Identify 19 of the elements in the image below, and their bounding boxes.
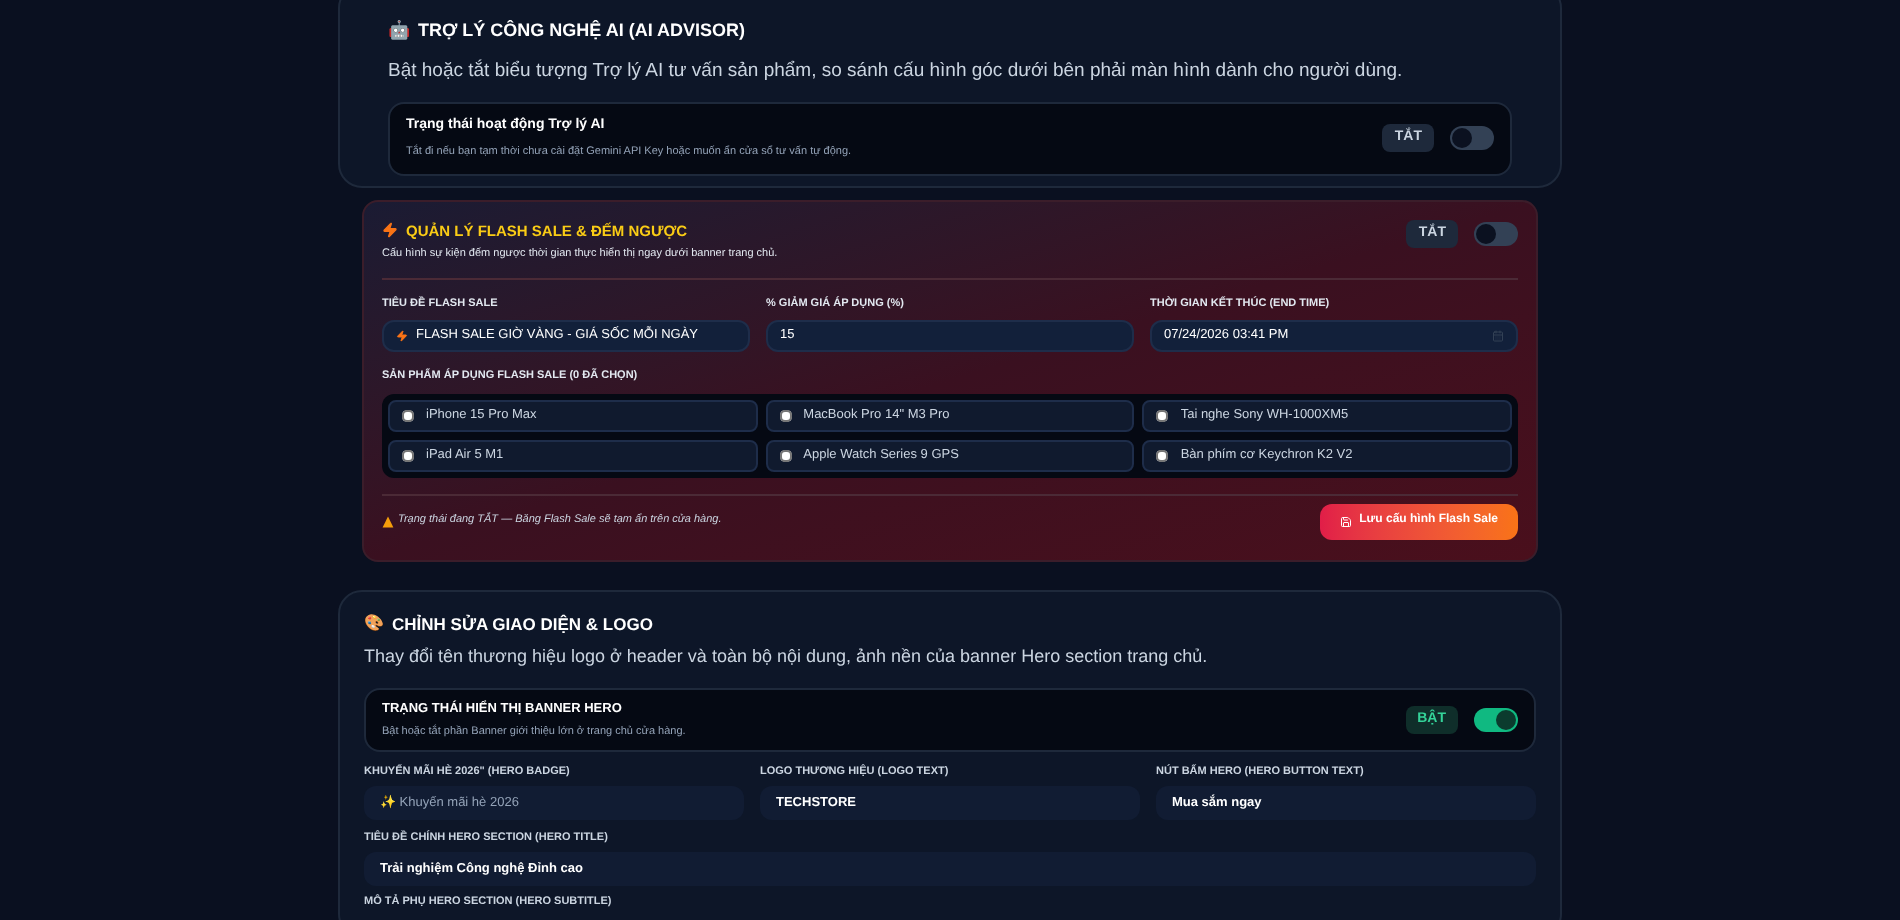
- warning-icon: [382, 515, 394, 527]
- section-title: CHỈNH SỬA GIAO DIỆN & LOGO: [392, 611, 653, 637]
- lightning-icon: [396, 330, 408, 343]
- checkbox[interactable]: [402, 409, 414, 421]
- section-description: Thay đổi tên thương hiệu logo ở header và toàn bộ nội dung, ảnh nền của banner Hero section trang chủ.: [364, 644, 1210, 671]
- palette-icon: 🎨: [364, 611, 384, 636]
- checkbox[interactable]: [779, 449, 792, 461]
- toggle-switch[interactable]: [1474, 221, 1518, 246]
- section-title: TRỢ LÝ CÔNG NGHỆ AI (AI ADVISOR): [418, 18, 746, 44]
- lightning-icon: [382, 222, 398, 239]
- checkbox[interactable]: [1156, 449, 1169, 461]
- save-icon: [1339, 515, 1352, 527]
- checkbox[interactable]: [1156, 409, 1169, 421]
- section-description: Bật hoặc tắt biểu tượng Trợ lý AI tư vấn sản phẩm, so sánh cấu hình góc dưới bên phải màn hình dành cho người dùng.: [388, 57, 1405, 85]
- toggle-switch[interactable]: [1450, 126, 1494, 151]
- checkbox[interactable]: [779, 409, 792, 421]
- checkbox[interactable]: [402, 449, 414, 461]
- robot-icon: 🤖: [388, 18, 410, 45]
- toggle-switch[interactable]: [1474, 707, 1518, 732]
